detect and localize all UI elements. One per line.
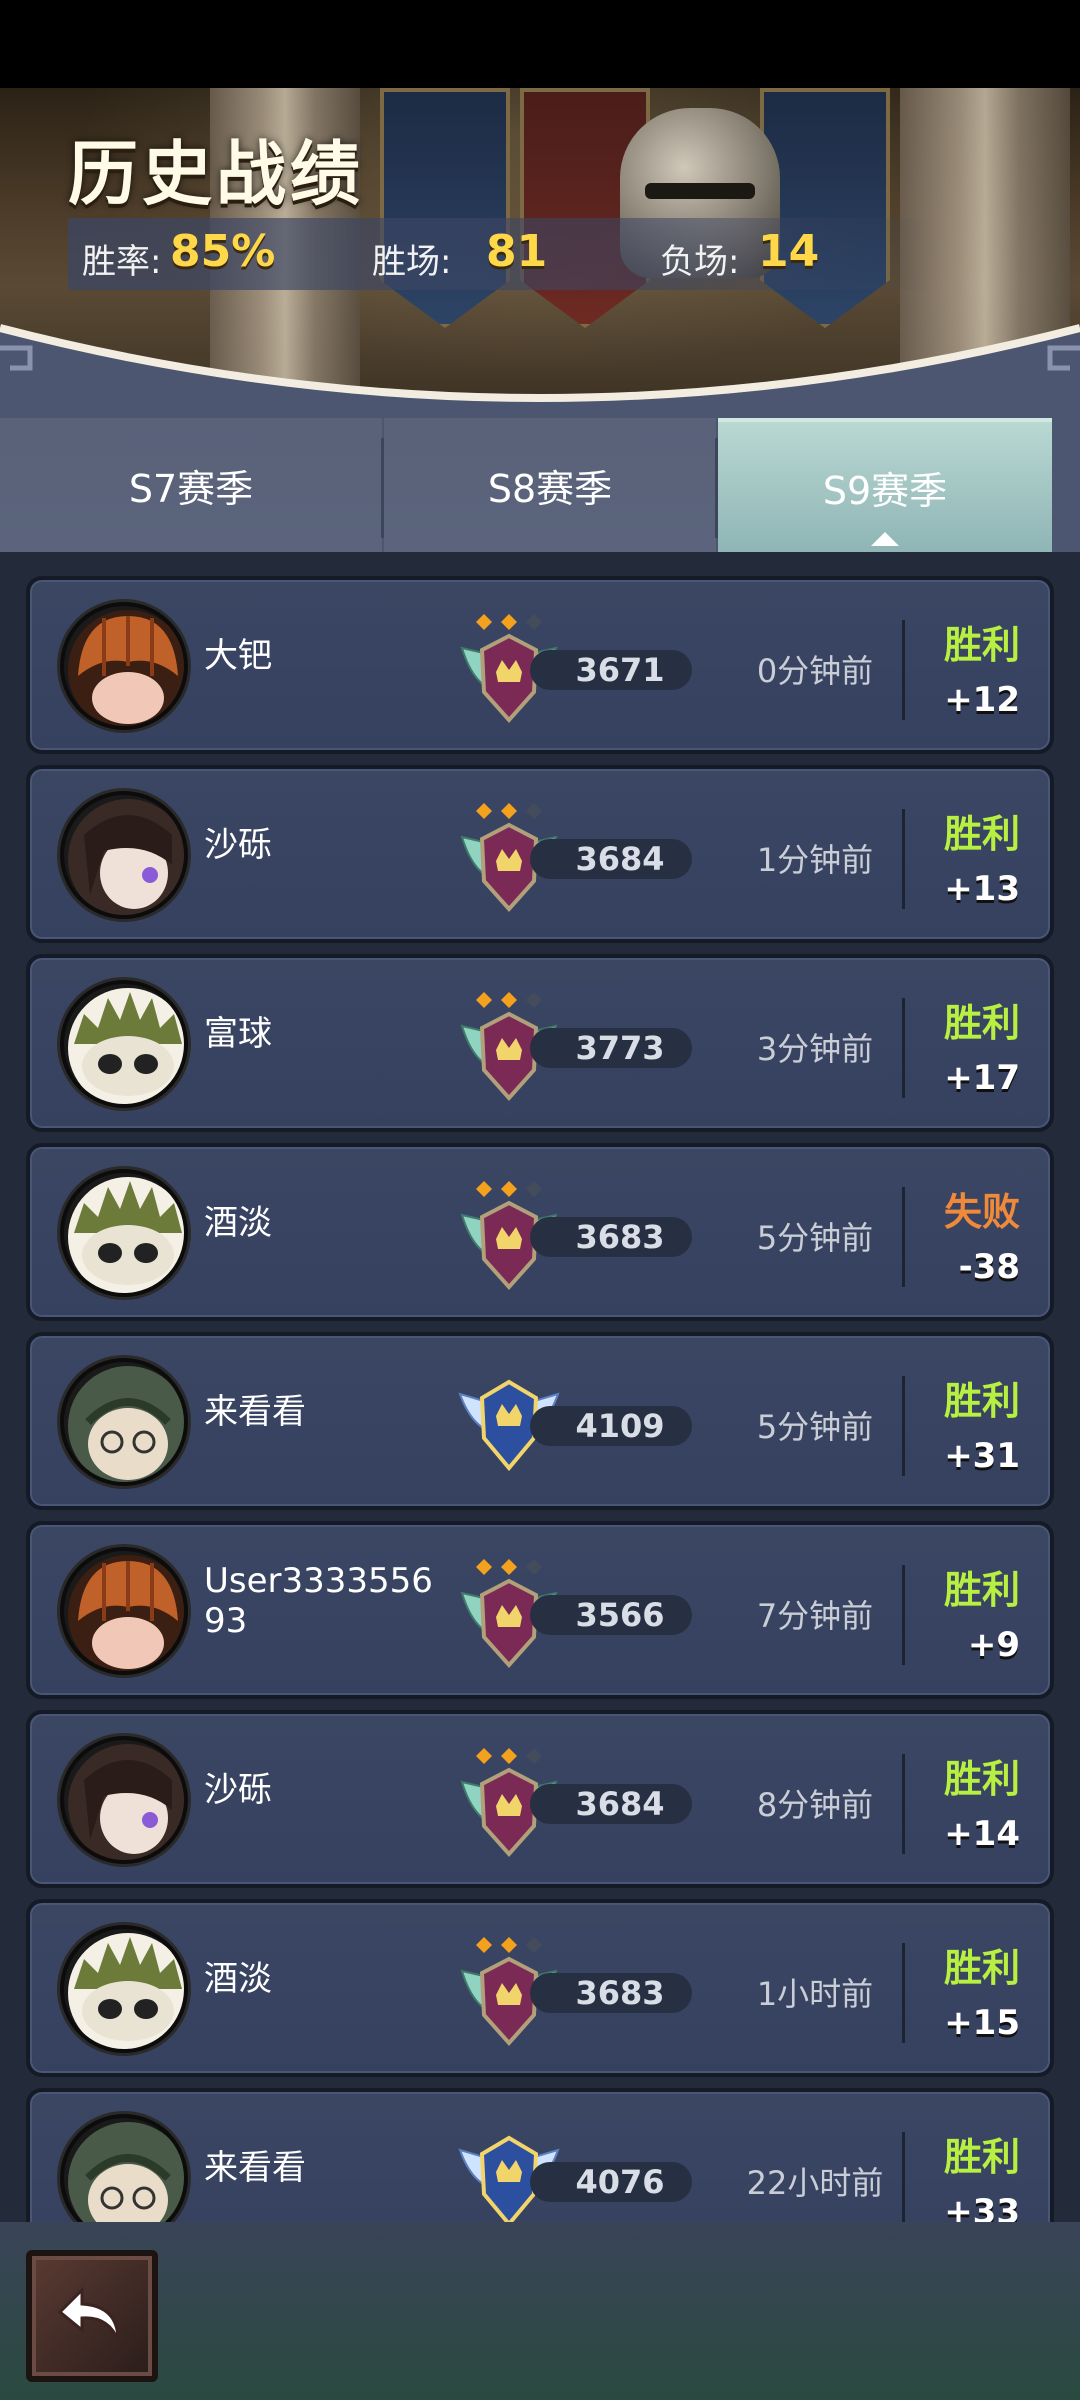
match-row[interactable]: 酒淡 3683 5分钟前 失败 -38 (26, 1143, 1054, 1321)
hood-avatar[interactable] (60, 2114, 188, 2222)
status-bar (0, 0, 1080, 88)
match-time: 0分钟前 (756, 652, 874, 690)
rank-score: 3683 (575, 1218, 665, 1256)
match-time: 22小时前 (746, 2164, 884, 2202)
match-row[interactable]: 酒淡 3683 1小时前 胜利 +15 (26, 1899, 1054, 2077)
score-delta: +15 (944, 2003, 1020, 2043)
row-divider (902, 1943, 905, 2043)
rank-score: 3773 (575, 1029, 665, 1067)
spiky-avatar[interactable] (60, 1925, 188, 2053)
back-button[interactable] (26, 2250, 158, 2382)
dark-hair-avatar[interactable] (60, 1736, 188, 1864)
match-result: 胜利 (943, 1001, 1020, 1045)
page-title: 历史战绩 (68, 133, 364, 215)
match-result: 胜利 (943, 1379, 1020, 1423)
row-divider (902, 809, 905, 909)
player-name: 来看看 (204, 1392, 306, 1432)
spiky-avatar[interactable] (60, 1169, 188, 1297)
active-tab-caret (871, 532, 899, 546)
pumpkin-avatar[interactable] (60, 602, 188, 730)
player-name: 富球 (204, 1014, 272, 1054)
player-name: 沙砾 (204, 825, 272, 865)
spiky-avatar[interactable] (60, 980, 188, 1108)
back-arrow-icon (57, 2286, 120, 2341)
score-delta: +9 (967, 1625, 1020, 1665)
tab-s7[interactable]: S7赛季 (0, 418, 382, 552)
match-result: 胜利 (943, 1946, 1020, 1990)
match-row[interactable]: 来看看 4076 22小时前 胜利 +33 (26, 2088, 1054, 2222)
match-row[interactable]: 来看看 4109 5分钟前 胜利 +31 (26, 1332, 1054, 1510)
player-name: 来看看 (204, 2148, 306, 2188)
rank-score: 3566 (575, 1596, 665, 1634)
match-row[interactable]: 沙砾 3684 8分钟前 胜利 +14 (26, 1710, 1054, 1888)
score-delta: +13 (944, 869, 1020, 909)
season-tabs: S7赛季 S8赛季 S9赛季 (0, 418, 1080, 552)
score-delta: +31 (944, 1436, 1020, 1476)
rank-score: 4109 (575, 1407, 665, 1445)
player-name: 大钯 (204, 636, 272, 676)
match-row[interactable]: 大钯 3671 0分钟前 胜利 +12 (26, 576, 1054, 754)
rank-score: 3684 (575, 1785, 665, 1823)
row-divider (902, 2132, 905, 2222)
match-history-list[interactable]: 大钯 3671 0分钟前 胜利 +12 沙砾 3684 1分钟前 胜利 +13 富球 3773 3分钟前… (0, 552, 1080, 2222)
rank-score: 4076 (575, 2163, 665, 2201)
match-row[interactable]: 沙砾 3684 1分钟前 胜利 +13 (26, 765, 1054, 943)
match-row[interactable]: 富球 3773 3分钟前 胜利 +17 (26, 954, 1054, 1132)
wins-value: 81 (486, 226, 548, 277)
row-divider (902, 620, 905, 720)
losses-label: 负场: (660, 242, 740, 282)
tab-label: S8赛季 (487, 466, 613, 511)
match-time: 1分钟前 (756, 841, 874, 879)
match-time: 1小时前 (756, 1975, 874, 2013)
row-divider (902, 1754, 905, 1854)
match-result: 胜利 (943, 623, 1020, 667)
match-time: 7分钟前 (756, 1597, 874, 1635)
score-delta: +17 (944, 1058, 1020, 1098)
row-divider (902, 1187, 905, 1287)
score-delta: +14 (944, 1814, 1020, 1854)
stats-bar: 胜率: 85% 胜场: 81 负场: 14 (68, 218, 938, 290)
dark-hair-avatar[interactable] (60, 791, 188, 919)
row-divider (902, 1565, 905, 1665)
match-time: 5分钟前 (756, 1408, 874, 1446)
footer-bar (0, 2222, 1080, 2400)
match-result: 胜利 (943, 1757, 1020, 1801)
hood-avatar[interactable] (60, 1358, 188, 1486)
match-time: 3分钟前 (756, 1030, 874, 1068)
row-divider (902, 1376, 905, 1476)
player-name: User333355693 (204, 1561, 433, 1641)
losses-value: 14 (758, 226, 820, 277)
player-name: 酒淡 (204, 1959, 272, 1999)
match-time: 8分钟前 (756, 1786, 874, 1824)
match-result: 胜利 (943, 1568, 1020, 1612)
score-delta: +33 (944, 2192, 1020, 2222)
win-rate-label: 胜率: (82, 242, 162, 282)
player-name: 沙砾 (204, 1770, 272, 1810)
player-name: 酒淡 (204, 1203, 272, 1243)
tab-label: S7赛季 (128, 466, 254, 511)
win-rate-value: 85% (170, 226, 276, 277)
match-result: 胜利 (943, 2135, 1020, 2179)
rank-score: 3683 (575, 1974, 665, 2012)
pumpkin-avatar[interactable] (60, 1547, 188, 1675)
background-banner (380, 88, 510, 328)
rank-score: 3684 (575, 840, 665, 878)
score-delta: +12 (944, 680, 1020, 720)
score-delta: -38 (958, 1247, 1020, 1287)
match-time: 5分钟前 (756, 1219, 874, 1257)
match-result: 失败 (943, 1190, 1020, 1234)
rank-score: 3671 (575, 651, 665, 689)
row-divider (902, 998, 905, 1098)
tab-label: S9赛季 (822, 468, 948, 513)
tab-s9[interactable]: S9赛季 (718, 418, 1052, 552)
wins-label: 胜场: (372, 242, 452, 282)
header-wave-border (0, 324, 1080, 418)
tab-s8[interactable]: S8赛季 (384, 418, 716, 552)
match-result: 胜利 (943, 812, 1020, 856)
match-row[interactable]: User333355693 3566 7分钟前 胜利 +9 (26, 1521, 1054, 1699)
